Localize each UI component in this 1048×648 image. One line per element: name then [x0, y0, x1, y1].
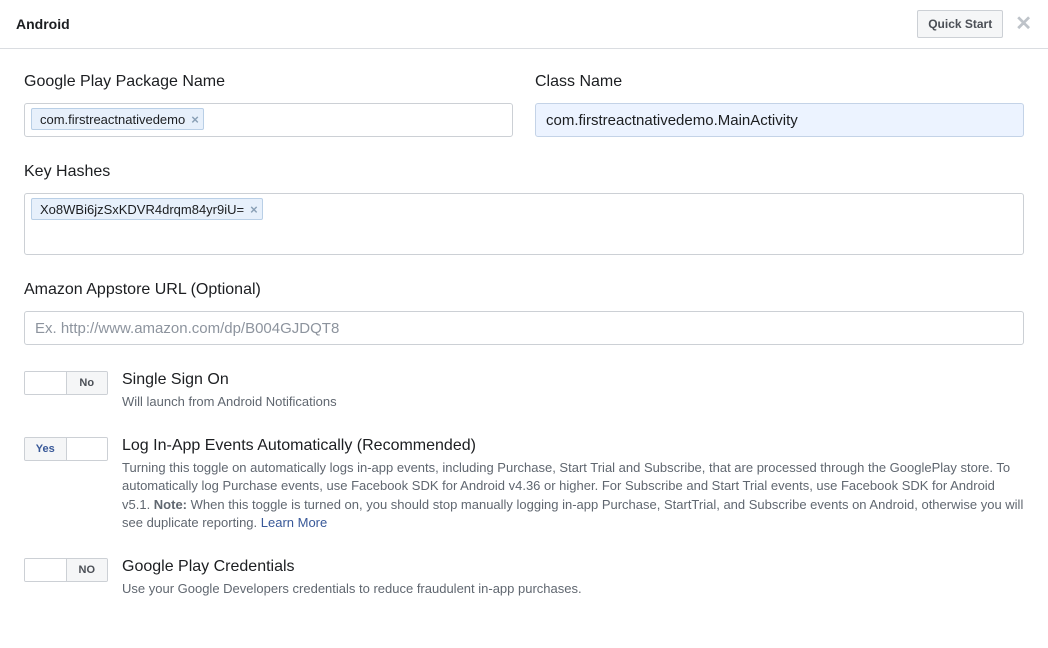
- quick-start-button[interactable]: Quick Start: [917, 10, 1003, 38]
- log-events-title: Log In-App Events Automatically (Recomme…: [122, 437, 1024, 455]
- key-hashes-label: Key Hashes: [24, 163, 1024, 181]
- log-events-toggle[interactable]: Yes: [24, 437, 108, 461]
- remove-token-icon[interactable]: ×: [250, 203, 258, 216]
- sso-subtitle: Will launch from Android Notifications: [122, 393, 1024, 411]
- close-icon[interactable]: ✕: [1015, 14, 1032, 34]
- page-title: Android: [16, 16, 70, 32]
- field-amazon-url: Amazon Appstore URL (Optional): [24, 281, 1024, 345]
- package-name-token: com.firstreactnativedemo ×: [31, 108, 204, 130]
- amazon-url-input[interactable]: [24, 311, 1024, 345]
- header-actions: Quick Start ✕: [917, 10, 1032, 38]
- row-gp-credentials: NO Google Play Credentials Use your Goog…: [24, 558, 1024, 598]
- row-sso: No Single Sign On Will launch from Andro…: [24, 371, 1024, 411]
- log-events-note: Note:: [154, 497, 187, 512]
- toggle-state-no: No: [66, 372, 108, 394]
- header: Android Quick Start ✕: [0, 0, 1048, 49]
- token-text: Xo8WBi6jzSxKDVR4drqm84yr9iU=: [40, 202, 244, 217]
- log-events-subtitle: Turning this toggle on automatically log…: [122, 459, 1024, 532]
- gp-credentials-toggle[interactable]: NO: [24, 558, 108, 582]
- sso-toggle[interactable]: No: [24, 371, 108, 395]
- toggle-blank: [67, 438, 108, 460]
- package-name-input[interactable]: com.firstreactnativedemo ×: [24, 103, 513, 137]
- field-class-name: Class Name: [535, 73, 1024, 137]
- content: Google Play Package Name com.firstreactn…: [0, 49, 1048, 648]
- amazon-url-label: Amazon Appstore URL (Optional): [24, 281, 1024, 299]
- gp-credentials-title: Google Play Credentials: [122, 558, 1024, 576]
- class-name-label: Class Name: [535, 73, 1024, 91]
- row-log-events: Yes Log In-App Events Automatically (Rec…: [24, 437, 1024, 532]
- log-events-description: Log In-App Events Automatically (Recomme…: [122, 437, 1024, 532]
- token-text: com.firstreactnativedemo: [40, 112, 185, 127]
- sso-description: Single Sign On Will launch from Android …: [122, 371, 1024, 411]
- remove-token-icon[interactable]: ×: [191, 113, 199, 126]
- package-name-label: Google Play Package Name: [24, 73, 513, 91]
- class-name-input[interactable]: [535, 103, 1024, 137]
- gp-credentials-subtitle: Use your Google Developers credentials t…: [122, 580, 1024, 598]
- field-key-hashes: Key Hashes Xo8WBi6jzSxKDVR4drqm84yr9iU= …: [24, 163, 1024, 255]
- toggle-blank: [25, 559, 66, 581]
- gp-credentials-description: Google Play Credentials Use your Google …: [122, 558, 1024, 598]
- toggle-state-yes: Yes: [25, 438, 67, 460]
- row-package-class: Google Play Package Name com.firstreactn…: [24, 73, 1024, 137]
- log-events-text2: When this toggle is turned on, you shoul…: [122, 497, 1023, 530]
- learn-more-link[interactable]: Learn More: [261, 515, 327, 530]
- toggle-blank: [25, 372, 66, 394]
- toggle-state-no: NO: [66, 559, 108, 581]
- key-hashes-input[interactable]: Xo8WBi6jzSxKDVR4drqm84yr9iU= ×: [24, 193, 1024, 255]
- field-package-name: Google Play Package Name com.firstreactn…: [24, 73, 513, 137]
- sso-title: Single Sign On: [122, 371, 1024, 389]
- key-hash-token: Xo8WBi6jzSxKDVR4drqm84yr9iU= ×: [31, 198, 263, 220]
